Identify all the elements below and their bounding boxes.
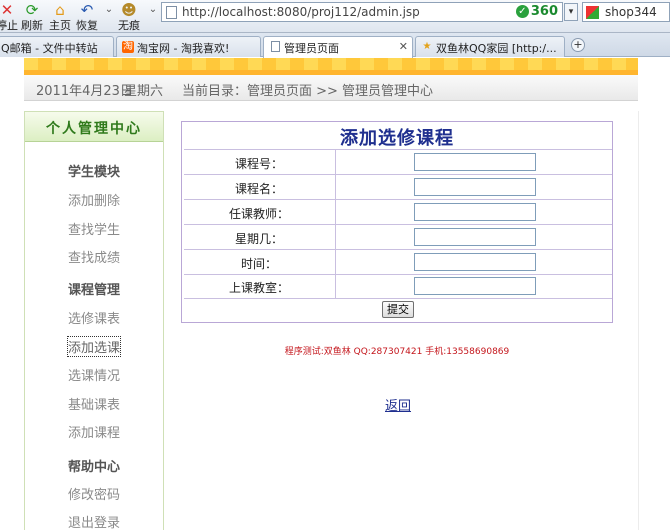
close-tab-icon[interactable]: ✕ bbox=[399, 40, 408, 53]
add-elective-form: 添加选修课程 课程号： 课程名： 任课教师： 星期几： 时间： 上课教室： 提交 bbox=[181, 121, 613, 323]
taobao-icon: 淘 bbox=[122, 41, 134, 53]
tab-admin-page[interactable]: 管理员页面 ✕ bbox=[263, 36, 413, 58]
section-student: 学生模块 bbox=[68, 165, 121, 180]
sidebar-item-find-student[interactable]: 查找学生 bbox=[68, 219, 120, 238]
incognito-button[interactable]: ☻ 无痕 bbox=[116, 0, 142, 33]
course-name-input[interactable] bbox=[414, 178, 536, 196]
sidebar-item-elective-status[interactable]: 选课情况 bbox=[68, 365, 120, 384]
course-id-input[interactable] bbox=[414, 153, 536, 171]
sidebar-header: 个人管理中心 bbox=[25, 112, 163, 142]
section-help: 帮助中心 bbox=[68, 460, 121, 475]
field-label-classroom: 上课教室： bbox=[228, 281, 289, 295]
sidebar-item-elective-list[interactable]: 选修课表 bbox=[68, 308, 120, 327]
refresh-button[interactable]: ⟳ 刷新 bbox=[20, 0, 44, 33]
sidebar-item-logout[interactable]: 退出登录 bbox=[68, 512, 120, 531]
page-icon bbox=[271, 41, 280, 52]
address-bar[interactable]: http://localhost:8080/proj112/admin.jsp … bbox=[161, 2, 563, 22]
back-link[interactable]: 返回 bbox=[385, 395, 411, 414]
field-label-weekday: 星期几： bbox=[234, 232, 283, 246]
form-title: 添加选修课程 bbox=[340, 128, 454, 149]
tab-taobao[interactable]: 淘 淘宝网 - 淘我喜欢! bbox=[116, 36, 261, 57]
tab-strip: Q邮箱 - 文件中转站 淘 淘宝网 - 淘我喜欢! 管理员页面 ✕ ★ 双鱼林Q… bbox=[0, 33, 670, 58]
page-icon bbox=[166, 6, 177, 19]
check-icon: ✓ bbox=[515, 5, 529, 18]
info-bar: 2011年4月23日 星期六 当前目录：管理员页面 >> 管理员管理中心 bbox=[24, 75, 638, 101]
current-weekday: 星期六 bbox=[124, 84, 164, 99]
incognito-dropdown[interactable]: ⌄ bbox=[144, 0, 158, 33]
security-badge[interactable]: ✓ 360 bbox=[515, 4, 558, 19]
header-banner bbox=[24, 58, 638, 75]
restore-dropdown[interactable]: ⌄ bbox=[100, 0, 114, 33]
sidebar-item-basic-courses[interactable]: 基础课表 bbox=[68, 394, 120, 413]
weekday-input[interactable] bbox=[414, 228, 536, 246]
tab-mail[interactable]: Q邮箱 - 文件中转站 bbox=[0, 36, 114, 57]
stop-icon: ✕ bbox=[0, 1, 14, 19]
field-label-course-name: 课程名： bbox=[234, 182, 283, 196]
current-date: 2011年4月23日 bbox=[36, 84, 133, 99]
sidebar-item-add-elective[interactable]: 添加选课 bbox=[66, 336, 122, 357]
search-box[interactable]: shop344 bbox=[582, 2, 670, 22]
sidebar-item-change-password[interactable]: 修改密码 bbox=[68, 484, 120, 503]
chevron-down-icon: ⌄ bbox=[148, 4, 158, 15]
restore-button[interactable]: ↶ 恢复 bbox=[74, 0, 100, 33]
search-text: shop344 bbox=[605, 5, 657, 19]
undo-icon: ↶ bbox=[80, 1, 94, 19]
home-button[interactable]: ⌂ 主页 bbox=[48, 0, 72, 33]
incognito-icon: ☻ bbox=[121, 1, 137, 19]
new-tab-button[interactable]: + bbox=[571, 38, 585, 52]
field-label-teacher: 任课教师： bbox=[228, 207, 289, 221]
field-label-time: 时间： bbox=[240, 257, 277, 271]
sidebar-title: 个人管理中心 bbox=[46, 121, 142, 137]
home-icon: ⌂ bbox=[55, 1, 65, 19]
browser-toolbar: ✕ 停止 ⟳ 刷新 ⌂ 主页 ↶ 恢复 ⌄ ☻ 无痕 ⌄ http://loca… bbox=[0, 0, 670, 33]
time-input[interactable] bbox=[414, 253, 536, 271]
sidebar-item-find-grades[interactable]: 查找成绩 bbox=[68, 247, 120, 266]
sidebar: 个人管理中心 学生模块 添加删除 查找学生 查找成绩 课程管理 选修课表 添加选… bbox=[24, 111, 164, 531]
star-icon: ★ bbox=[422, 41, 432, 52]
url-text: http://localhost:8080/proj112/admin.jsp bbox=[182, 5, 420, 19]
stop-button[interactable]: ✕ 停止 bbox=[0, 0, 18, 33]
sidebar-item-add-delete[interactable]: 添加删除 bbox=[68, 190, 120, 209]
content-divider bbox=[638, 111, 639, 530]
refresh-icon: ⟳ bbox=[25, 1, 39, 19]
classroom-input[interactable] bbox=[414, 277, 536, 295]
footer-note: 程序测试:双鱼林 QQ:287307421 手机:13558690869 bbox=[284, 347, 510, 357]
breadcrumb: 当前目录：管理员页面 >> 管理员管理中心 bbox=[182, 84, 434, 99]
sidebar-item-add-course[interactable]: 添加课程 bbox=[68, 422, 120, 441]
submit-button[interactable]: 提交 bbox=[382, 301, 414, 318]
field-label-course-id: 课程号： bbox=[234, 157, 283, 171]
search-engine-icon bbox=[586, 6, 599, 19]
section-course: 课程管理 bbox=[68, 283, 121, 298]
page-content: 2011年4月23日 星期六 当前目录：管理员页面 >> 管理员管理中心 个人管… bbox=[0, 58, 670, 531]
tab-qq-home[interactable]: ★ 双鱼林QQ家园 [http:/... bbox=[415, 36, 565, 57]
teacher-input[interactable] bbox=[414, 203, 536, 221]
address-dropdown[interactable]: ▾ bbox=[564, 3, 578, 21]
